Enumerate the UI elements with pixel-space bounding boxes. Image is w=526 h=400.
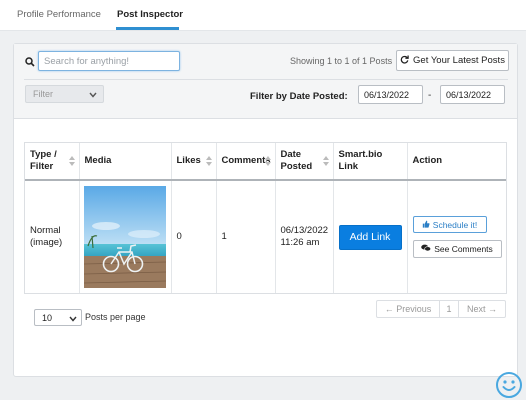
posts-per-page-select[interactable]: 10 <box>34 309 82 326</box>
column-header-likes[interactable]: Likes <box>171 143 217 181</box>
posts-per-page-label: Posts per page <box>85 312 146 322</box>
post-media-image[interactable] <box>83 186 166 288</box>
date-to-input[interactable]: 06/13/2022 <box>440 85 505 104</box>
cell-comments: 1 <box>216 180 276 293</box>
sort-icon <box>68 156 75 166</box>
get-latest-posts-button[interactable]: Get Your Latest Posts <box>396 50 509 71</box>
showing-count: Showing 1 to 1 of 1 Posts <box>290 56 393 66</box>
tab-bar: Profile Performance Post Inspector <box>0 0 526 31</box>
cell-likes: 0 <box>171 180 217 293</box>
cell-date-posted: 06/13/2022 11:26 am <box>275 180 334 293</box>
post-inspector-panel: Showing 1 to 1 of 1 Posts Get Your Lates… <box>13 43 518 377</box>
see-comments-button[interactable]: See Comments <box>412 240 502 258</box>
refresh-icon <box>400 55 409 67</box>
schedule-it-button[interactable]: Schedule it! <box>412 216 487 233</box>
schedule-it-label: Schedule it! <box>432 219 478 230</box>
pagination-previous-button[interactable]: ← Previous <box>377 301 440 317</box>
add-link-button[interactable]: Add Link <box>338 224 402 250</box>
table-row: Normal (image) 0 1 06/13/2022 11:26 am A… <box>25 180 506 293</box>
tab-profile-performance[interactable]: Profile Performance <box>17 9 101 20</box>
column-header-media: Media <box>79 143 172 181</box>
sort-icon <box>205 156 212 166</box>
sort-icon <box>264 156 271 166</box>
smiley-icon[interactable] <box>495 371 523 399</box>
posts-per-page-value: 10 <box>42 312 53 323</box>
filter-by-date-label: Filter by Date Posted: <box>250 91 348 102</box>
toolbar-divider <box>24 79 508 80</box>
search-icon <box>22 52 38 71</box>
posts-table: Type / Filter Media Likes Comments Date … <box>24 142 507 294</box>
date-from-input[interactable]: 06/13/2022 <box>358 85 423 104</box>
cell-action: Schedule it! See Comments <box>407 180 506 293</box>
sort-icon <box>322 156 329 166</box>
pagination: ← Previous 1 Next → <box>376 300 506 318</box>
see-comments-label: See Comments <box>434 244 493 254</box>
toolbar: Showing 1 to 1 of 1 Posts Get Your Lates… <box>14 44 517 119</box>
filter-select-value: Filter <box>33 89 53 99</box>
column-header-date-posted[interactable]: Date Posted <box>275 143 334 181</box>
get-latest-posts-label: Get Your Latest Posts <box>413 55 505 66</box>
column-header-smartbio-link: Smart.bio Link <box>333 143 408 181</box>
chevron-down-icon <box>69 314 77 324</box>
filter-select[interactable]: Filter <box>25 85 104 103</box>
table-header-row: Type / Filter Media Likes Comments Date … <box>25 143 506 181</box>
cell-type: Normal (image) <box>25 180 80 293</box>
tab-post-inspector[interactable]: Post Inspector <box>117 9 183 20</box>
comments-icon <box>421 243 432 255</box>
column-header-type[interactable]: Type / Filter <box>25 143 80 181</box>
column-header-comments[interactable]: Comments <box>216 143 276 181</box>
cell-smartbio-link: Add Link <box>333 180 408 293</box>
pagination-page-1[interactable]: 1 <box>440 301 459 317</box>
date-range-separator: - <box>428 90 432 101</box>
pagination-next-button[interactable]: Next → <box>459 301 505 317</box>
cell-media <box>79 180 172 293</box>
column-header-action: Action <box>407 143 506 181</box>
search-input[interactable] <box>38 51 180 71</box>
chevron-down-icon <box>89 90 97 100</box>
active-tab-indicator <box>116 27 179 30</box>
thumbs-up-icon <box>422 219 430 231</box>
